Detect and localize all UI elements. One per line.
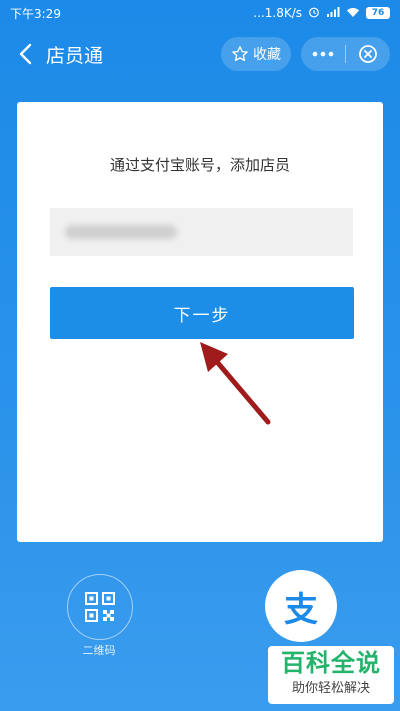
close-button[interactable] [346, 37, 390, 71]
status-icons: ...1.8K/s 76 [253, 6, 390, 21]
mini-app-capsule [301, 37, 390, 71]
network-speed: ...1.8K/s [253, 6, 302, 20]
alarm-icon [308, 6, 320, 21]
status-time: 下午3:29 [10, 6, 61, 21]
watermark-logo: 百科全说 助你轻松解决 [268, 646, 394, 704]
add-staff-card: 通过支付宝账号，添加店员 下一步 [17, 102, 383, 542]
more-dots-icon [312, 51, 334, 57]
back-button[interactable] [10, 34, 40, 74]
alipay-button[interactable]: 支 [265, 570, 337, 642]
qr-code-icon [85, 592, 115, 622]
status-bar: 下午3:29 ...1.8K/s 76 [0, 0, 400, 26]
page-title: 店员通 [46, 44, 104, 67]
card-title: 通过支付宝账号，添加店员 [109, 156, 290, 174]
qr-code-button[interactable] [67, 574, 133, 640]
battery-indicator: 76 [366, 7, 390, 19]
star-icon [232, 46, 248, 62]
nav-bar: 店员通 收藏 [0, 26, 400, 82]
favorite-button[interactable]: 收藏 [221, 37, 291, 71]
chevron-left-icon [19, 43, 32, 65]
signal-icon [326, 6, 340, 21]
qr-code-label: 二维码 [82, 644, 116, 657]
close-circle-icon [359, 45, 377, 63]
watermark-sub-text: 助你轻松解决 [291, 681, 370, 696]
alipay-logo-icon: 支 [284, 589, 318, 630]
wifi-icon [346, 6, 360, 21]
watermark-main-text: 百科全说 [281, 649, 381, 677]
favorite-label: 收藏 [253, 47, 281, 63]
blurred-account-text [65, 225, 177, 239]
annotation-arrow [200, 342, 271, 425]
more-button[interactable] [301, 37, 345, 71]
